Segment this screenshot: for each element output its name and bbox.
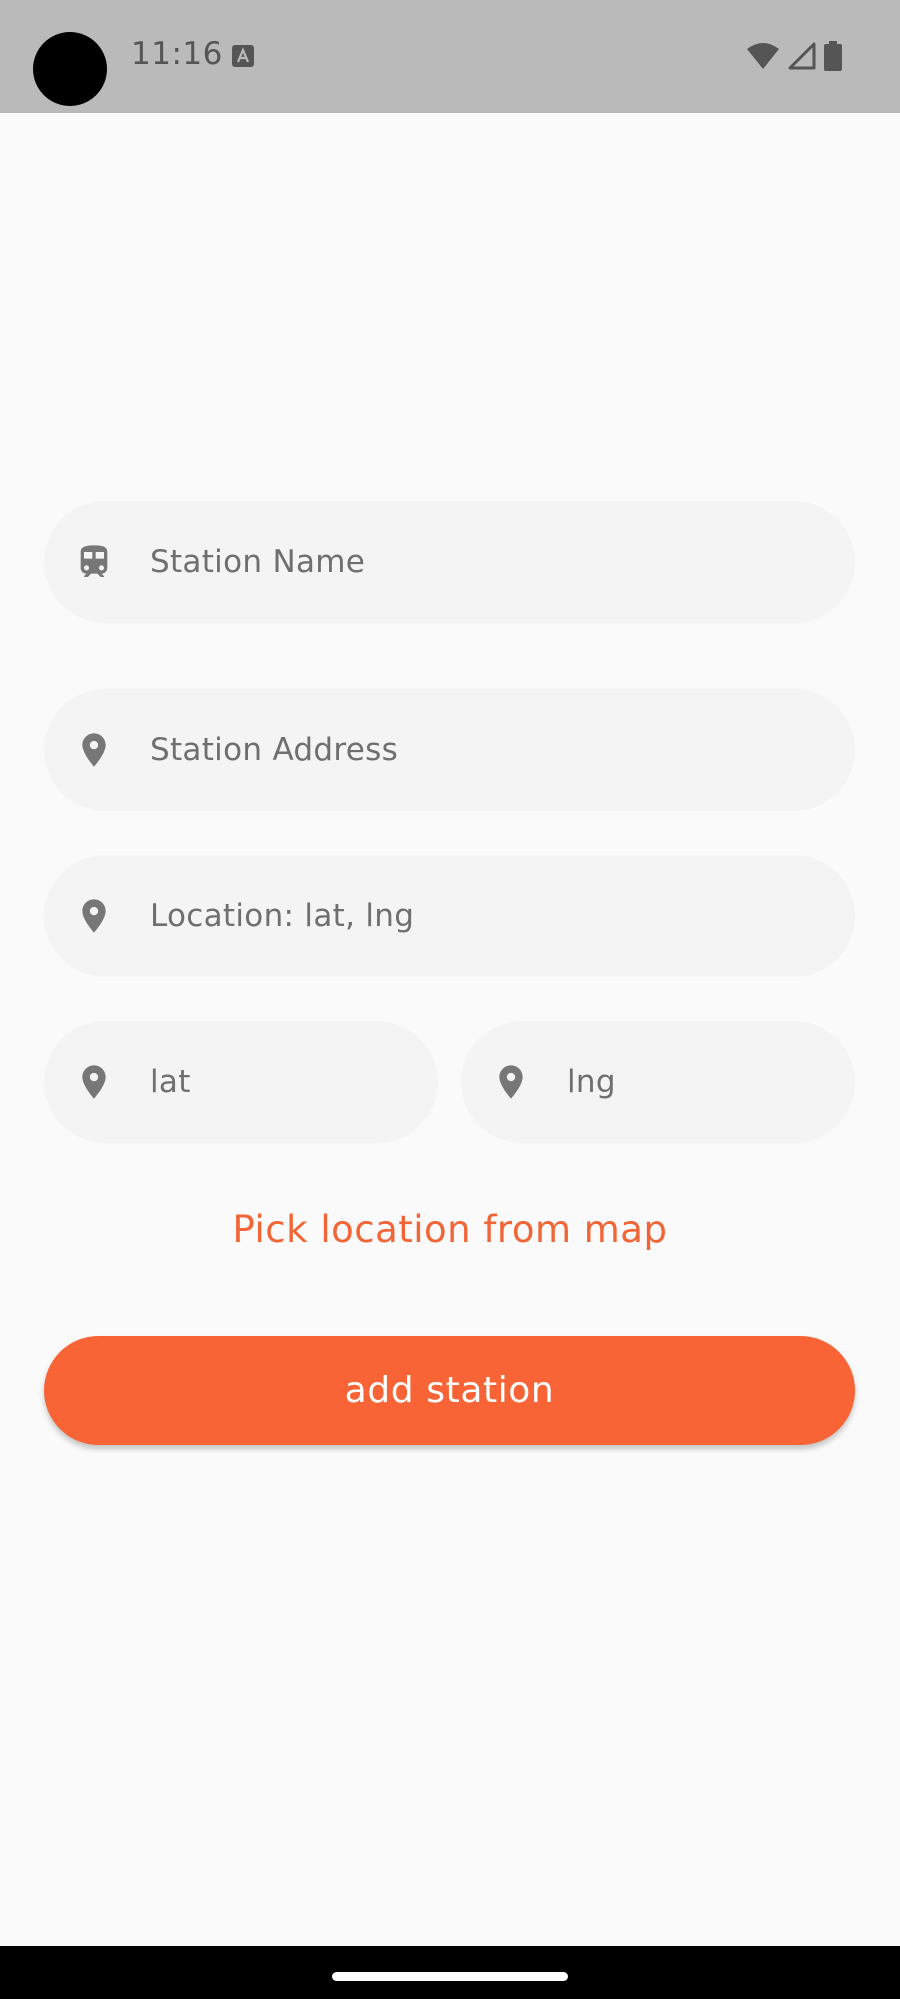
pick-location-link[interactable]: Pick location from map (0, 1208, 900, 1251)
signal-icon (788, 42, 816, 70)
lng-field[interactable]: lng (461, 1021, 855, 1143)
text-notification-icon (232, 45, 254, 67)
location-pin-icon (82, 1065, 106, 1099)
station-name-placeholder: Station Name (150, 544, 366, 580)
station-address-placeholder: Station Address (150, 732, 399, 768)
status-bar: 11:16 (0, 0, 900, 113)
camera-cutout (33, 32, 107, 106)
add-station-button[interactable]: add station (44, 1336, 855, 1445)
status-icons (746, 41, 842, 71)
location-pin-icon (82, 733, 106, 767)
home-indicator[interactable] (332, 1972, 568, 1981)
location-placeholder: Location: lat, lng (150, 898, 415, 934)
lat-placeholder: lat (150, 1064, 191, 1100)
train-icon (80, 545, 108, 577)
station-name-field[interactable]: Station Name (44, 501, 855, 623)
location-field[interactable]: Location: lat, lng (44, 855, 855, 977)
battery-icon (824, 41, 842, 71)
station-address-field[interactable]: Station Address (44, 689, 855, 811)
status-time: 11:16 (131, 36, 223, 72)
lat-field[interactable]: lat (44, 1021, 438, 1143)
wifi-icon (747, 43, 779, 69)
location-pin-icon (82, 899, 106, 933)
location-pin-icon (499, 1065, 523, 1099)
lng-placeholder: lng (567, 1064, 616, 1100)
